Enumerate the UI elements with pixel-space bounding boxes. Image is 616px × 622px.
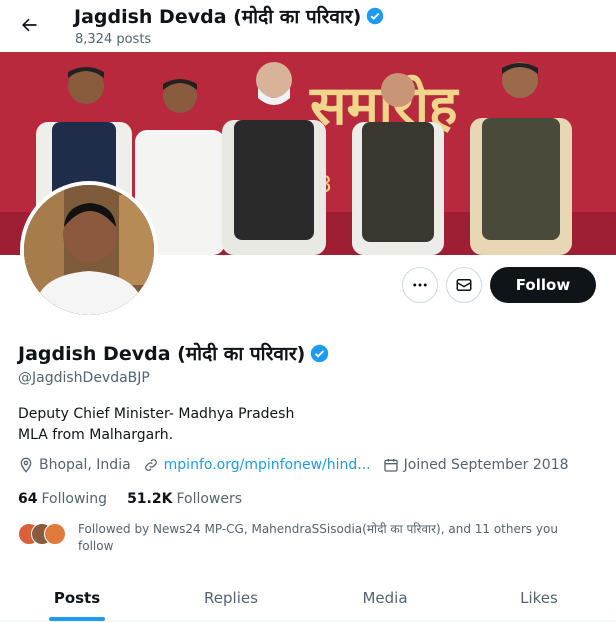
- header-title: Jagdish Devda (मोदी का परिवार): [74, 3, 384, 29]
- tab-posts[interactable]: Posts: [0, 576, 154, 621]
- location-pin-icon: [20, 457, 32, 473]
- followers-label: Followers: [176, 491, 243, 507]
- calendar-icon: [383, 459, 398, 472]
- header-name: Jagdish Devda (मोदी का परिवार): [74, 6, 362, 28]
- profile-avatar[interactable]: [20, 181, 158, 319]
- bio-line: Deputy Chief Minister- Madhya Pradesh: [18, 406, 295, 422]
- arrow-left-icon: [22, 18, 37, 32]
- followed-by-avatars: [18, 523, 70, 547]
- joined-text: Joined September 2018: [403, 457, 569, 473]
- header-posts-count: 8,324 posts: [75, 32, 152, 47]
- envelope-icon: [456, 279, 472, 291]
- profile-tabs: Posts Replies Media Likes: [0, 576, 616, 622]
- mini-avatar: [44, 523, 66, 545]
- profile-bio: Deputy Chief Minister- Madhya Pradesh ML…: [18, 404, 294, 446]
- top-bar: Jagdish Devda (मोदी का परिवार) 8,324 pos…: [0, 0, 616, 52]
- joined-date: Joined September 2018: [383, 457, 569, 473]
- more-icon: [413, 283, 427, 287]
- location-text: Bhopal, India: [39, 457, 131, 473]
- follow-button[interactable]: Follow: [490, 267, 596, 303]
- profile-handle: @JagdishDevdaBJP: [18, 370, 150, 386]
- website-link[interactable]: mpinfo.org/mpinfonew/hind...: [164, 457, 371, 473]
- following-count: 64: [18, 491, 38, 507]
- followers-count: 51.2K: [127, 491, 173, 507]
- followed-by[interactable]: Followed by News24 MP-CG, MahendraSSisod…: [18, 521, 588, 555]
- profile-name-row: Jagdish Devda (मोदी का परिवार): [18, 340, 329, 366]
- more-options-button[interactable]: [402, 267, 438, 303]
- message-button[interactable]: [446, 267, 482, 303]
- followers-link[interactable]: 51.2K Followers: [127, 491, 242, 507]
- followed-by-text: Followed by News24 MP-CG, MahendraSSisod…: [78, 522, 558, 553]
- following-link[interactable]: 64 Following: [18, 491, 107, 507]
- tab-media[interactable]: Media: [308, 576, 462, 621]
- tab-likes[interactable]: Likes: [462, 576, 616, 621]
- link-icon: [144, 459, 157, 471]
- back-button[interactable]: [14, 10, 44, 40]
- profile-name: Jagdish Devda (मोदी का परिवार): [18, 343, 306, 365]
- follow-counts: 64 Following 51.2K Followers: [18, 491, 262, 507]
- verified-badge-icon: [366, 7, 384, 25]
- location: Bhopal, India: [18, 457, 131, 473]
- website: mpinfo.org/mpinfonew/hind...: [143, 457, 371, 473]
- following-label: Following: [41, 491, 108, 507]
- tab-replies[interactable]: Replies: [154, 576, 308, 621]
- bio-line: MLA from Malhargarh.: [18, 427, 174, 443]
- verified-badge-icon[interactable]: [310, 344, 329, 363]
- profile-meta: Bhopal, India mpinfo.org/mpinfonew/hind.…: [18, 457, 581, 473]
- profile-actions: Follow: [402, 267, 596, 303]
